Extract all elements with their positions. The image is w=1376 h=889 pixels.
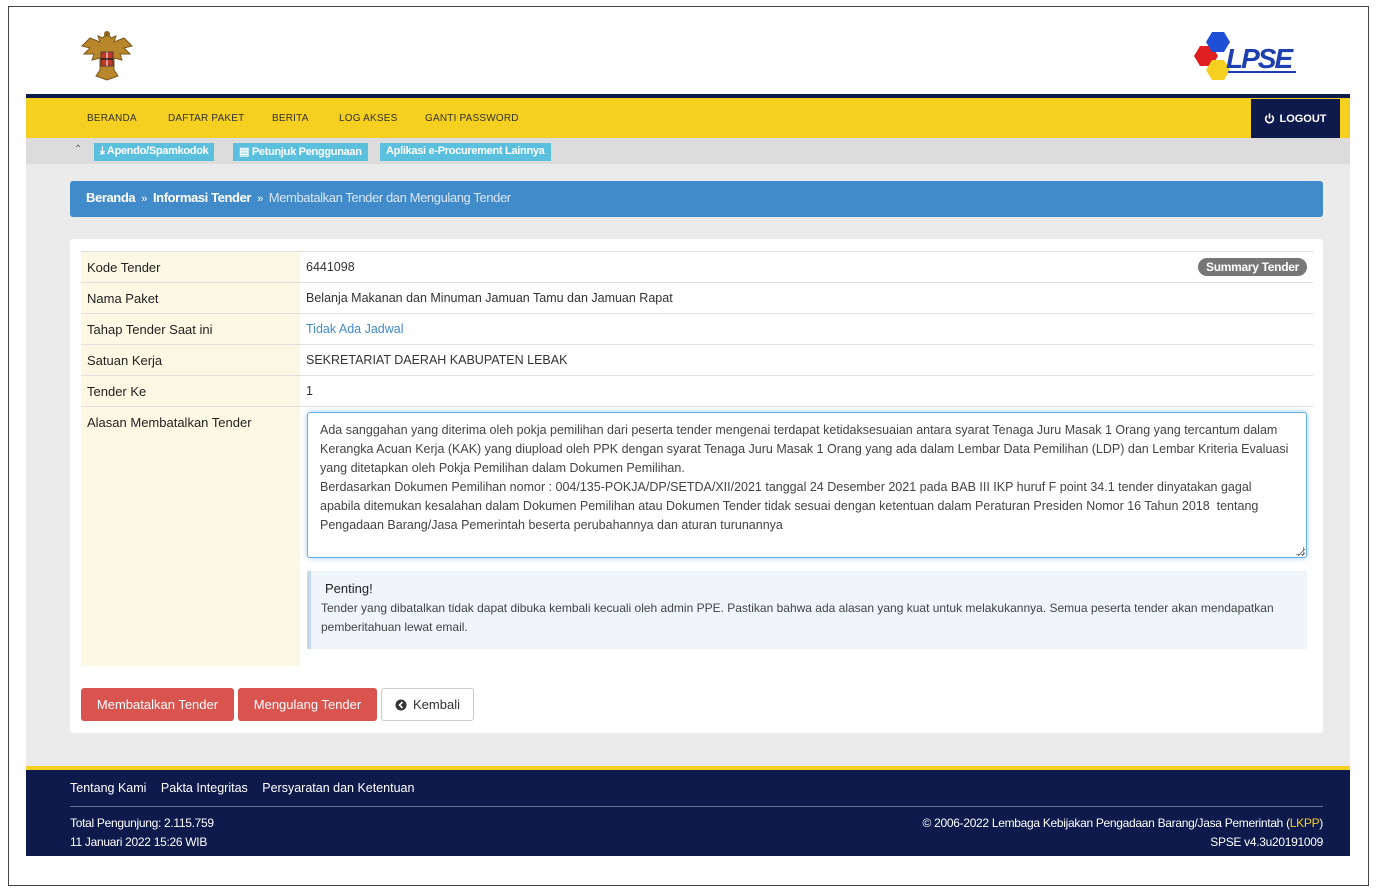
breadcrumb: Beranda » Informasi Tender » Membatalkan Ten… [70,181,1323,217]
summary-tender-badge[interactable]: Summary Tender [1198,258,1307,276]
satuan-kerja-value: SEKRETARIAT DAERAH KABUPATEN LEBAK [306,353,568,367]
satuan-kerja-label: Satuan Kerja [81,345,300,375]
footer-persyaratan[interactable]: Persyaratan dan Ketentuan [262,781,414,795]
apendo-button[interactable]: ⤓ Apendo/Spamkodok [94,143,215,161]
footer-tentang-kami[interactable]: Tentang Kami [70,781,146,795]
alasan-label: Alasan Membatalkan Tender [81,407,300,666]
footer-links: Tentang Kami Pakta Integritas Persyarata… [70,781,425,795]
nav-berita[interactable]: BERITA [272,113,309,124]
chevron-up-icon[interactable]: ⌃ [74,144,82,155]
row-nama-paket: Nama Paket Belanja Makanan dan Minuman J… [81,282,1313,313]
nav-daftar-paket[interactable]: DAFTAR PAKET [168,113,244,124]
tahap-tender-link[interactable]: Tidak Ada Jadwal [306,322,404,336]
copyright-text: © 2006-2022 Lembaga Kebijakan Pengadaan … [922,814,1324,833]
alasan-text: Ada sanggahan yang diterima oleh pokja p… [320,423,1289,532]
nav-log-akses[interactable]: LOG AKSES [339,113,398,124]
logout-label: LOGOUT [1279,112,1327,125]
nama-paket-label: Nama Paket [81,283,300,313]
petunjuk-button[interactable]: ▤ Petunjuk Penggunaan [233,143,368,161]
footer-stats: Total Pengunjung: 2.115.759 11 Januari 2… [70,814,214,852]
breadcrumb-separator: » [141,193,147,205]
power-icon [1265,113,1275,124]
aplikasi-lain-label: Aplikasi e-Procurement Lainnya [386,145,545,157]
kode-tender-label: Kode Tender [81,252,300,282]
book-icon: ▤ [239,146,252,158]
row-satuan-kerja: Satuan Kerja SEKRETARIAT DAERAH KABUPATE… [81,344,1313,375]
apendo-label: Apendo/Spamkodok [106,145,209,157]
aplikasi-lain-button[interactable]: Aplikasi e-Procurement Lainnya [380,143,551,161]
site-footer: Tentang Kami Pakta Integritas Persyarata… [26,766,1350,856]
footer-copyright: © 2006-2022 Lembaga Kebijakan Pengadaan … [922,814,1324,852]
resize-grip-icon[interactable] [1296,547,1304,555]
spse-version: SPSE v4.3u20191009 [1210,835,1323,849]
tender-ke-label: Tender Ke [81,376,300,406]
copyright-suffix: ) [1319,816,1323,830]
alert-text: Tender yang dibatalkan tidak dapat dibuk… [321,601,1274,634]
lpse-logo-icon: LPSE [1194,32,1296,80]
visitor-count: Total Pengunjung: 2.115.759 [70,816,214,830]
site-header: LPSE [26,16,1350,94]
alert-title: Penting! [325,581,373,596]
nav-beranda[interactable]: BERANDA [87,113,137,124]
tender-panel: Kode Tender 6441098 Summary Tender Nama … [70,239,1323,733]
kode-tender-value: 6441098 [306,260,355,274]
mengulang-tender-button[interactable]: Mengulang Tender [238,688,377,721]
sub-toolbar: ⌃ ⤓ Apendo/Spamkodok ▤ Petunjuk Pengguna… [26,138,1350,164]
svg-text:LPSE: LPSE [1226,43,1294,74]
row-kode-tender: Kode Tender 6441098 Summary Tender [81,251,1313,282]
breadcrumb-current: Membatalkan Tender dan Mengulang Tender [268,190,511,205]
petunjuk-label: Petunjuk Penggunaan [251,146,362,158]
lkpp-link[interactable]: LKPP [1290,816,1320,830]
footer-divider [70,806,1323,807]
arrow-left-circle-icon [395,699,407,710]
kembali-button[interactable]: Kembali [381,688,474,721]
download-icon: ⤓ [100,145,107,157]
penting-alert: Penting! Tender yang dibatalkan tidak da… [307,571,1307,649]
row-tender-ke: Tender Ke 1 [81,375,1313,406]
tender-ke-value: 1 [306,384,313,398]
breadcrumb-home[interactable]: Beranda [86,190,136,205]
row-tahap-tender: Tahap Tender Saat ini Tidak Ada Jadwal [81,313,1313,344]
nama-paket-value: Belanja Makanan dan Minuman Jamuan Tamu … [306,291,673,305]
tahap-tender-label: Tahap Tender Saat ini [81,314,300,344]
footer-datetime: 11 Januari 2022 15:26 WIB [70,835,208,849]
breadcrumb-info-tender[interactable]: Informasi Tender [153,190,252,205]
breadcrumb-separator: » [257,193,263,205]
kembali-label: Kembali [413,697,460,712]
main-navbar: BERANDA DAFTAR PAKET BERITA LOG AKSES GA… [26,94,1350,138]
footer-pakta-integritas[interactable]: Pakta Integritas [161,781,248,795]
alasan-textarea[interactable]: Ada sanggahan yang diterima oleh pokja p… [307,412,1307,558]
garuda-emblem-icon [81,31,133,81]
membatalkan-tender-button[interactable]: Membatalkan Tender [81,688,234,721]
nav-ganti-password[interactable]: GANTI PASSWORD [425,113,519,124]
copyright-prefix: © 2006-2022 Lembaga Kebijakan Pengadaan … [922,816,1291,830]
logout-button[interactable]: LOGOUT [1251,99,1340,138]
